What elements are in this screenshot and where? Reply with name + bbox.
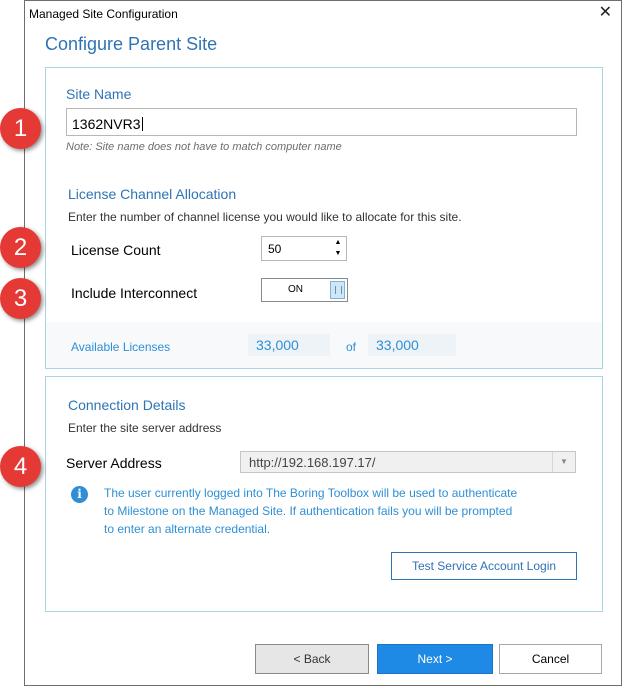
license-heading: License Channel Allocation [68, 186, 237, 202]
server-address-value: http://192.168.197.17/ [249, 455, 376, 470]
available-licenses-label: Available Licenses [71, 340, 171, 354]
back-button[interactable]: < Back [255, 644, 369, 674]
info-line-3: to enter an alternate credential. [104, 522, 271, 536]
total-licenses-value: 33,000 [368, 334, 456, 356]
connection-description: Enter the site server address [68, 421, 222, 435]
site-name-note: Note: Site name does not have to match c… [66, 141, 342, 153]
include-interconnect-label: Include Interconnect [71, 285, 198, 301]
of-label: of [346, 340, 357, 354]
callout-marker-2: 2 [0, 227, 41, 268]
toggle-knob [330, 281, 345, 299]
info-line-2: to Milestone on the Managed Site. If aut… [104, 504, 513, 518]
license-count-stepper[interactable]: 50 ▲ ▼ [261, 236, 347, 261]
page-title: Configure Parent Site [45, 34, 218, 54]
connection-heading: Connection Details [68, 397, 186, 413]
dialog-window: Managed Site Configuration ✕ Configure P… [24, 0, 622, 686]
callout-marker-1: 1 [0, 108, 41, 149]
test-service-account-login-button[interactable]: Test Service Account Login [391, 552, 577, 580]
window-title: Managed Site Configuration [29, 7, 178, 21]
license-count-label: License Count [71, 242, 161, 258]
connection-panel: Connection Details Enter the site server… [45, 376, 603, 612]
site-license-panel: Site Name 1362NVR3 Note: Site name does … [45, 67, 603, 369]
cancel-button[interactable]: Cancel [499, 644, 602, 674]
next-button[interactable]: Next > [377, 644, 493, 674]
interconnect-toggle[interactable]: ON [261, 278, 348, 302]
site-name-value: 1362NVR3 [72, 116, 141, 132]
authentication-info-text: The user currently logged into The Borin… [104, 484, 574, 538]
license-description: Enter the number of channel license you … [68, 210, 462, 224]
callout-marker-3: 3 [0, 278, 41, 319]
close-icon[interactable]: ✕ [599, 4, 612, 22]
spin-up-icon[interactable]: ▲ [333, 238, 343, 248]
title-bar: Managed Site Configuration ✕ [25, 1, 621, 27]
info-line-1: The user currently logged into The Borin… [104, 486, 518, 500]
callout-marker-4: 4 [0, 446, 41, 487]
server-address-dropdown[interactable]: http://192.168.197.17/ ▼ [240, 451, 576, 473]
server-address-label: Server Address [66, 455, 162, 471]
toggle-state-text: ON [288, 284, 303, 295]
spin-down-icon[interactable]: ▼ [333, 249, 343, 259]
text-caret [141, 117, 143, 131]
available-licenses-value: 33,000 [248, 334, 330, 356]
site-name-input[interactable]: 1362NVR3 [66, 108, 577, 136]
info-icon: i [71, 486, 88, 503]
chevron-down-icon[interactable]: ▼ [552, 452, 575, 472]
site-name-heading: Site Name [66, 86, 132, 102]
license-count-value: 50 [268, 242, 282, 256]
